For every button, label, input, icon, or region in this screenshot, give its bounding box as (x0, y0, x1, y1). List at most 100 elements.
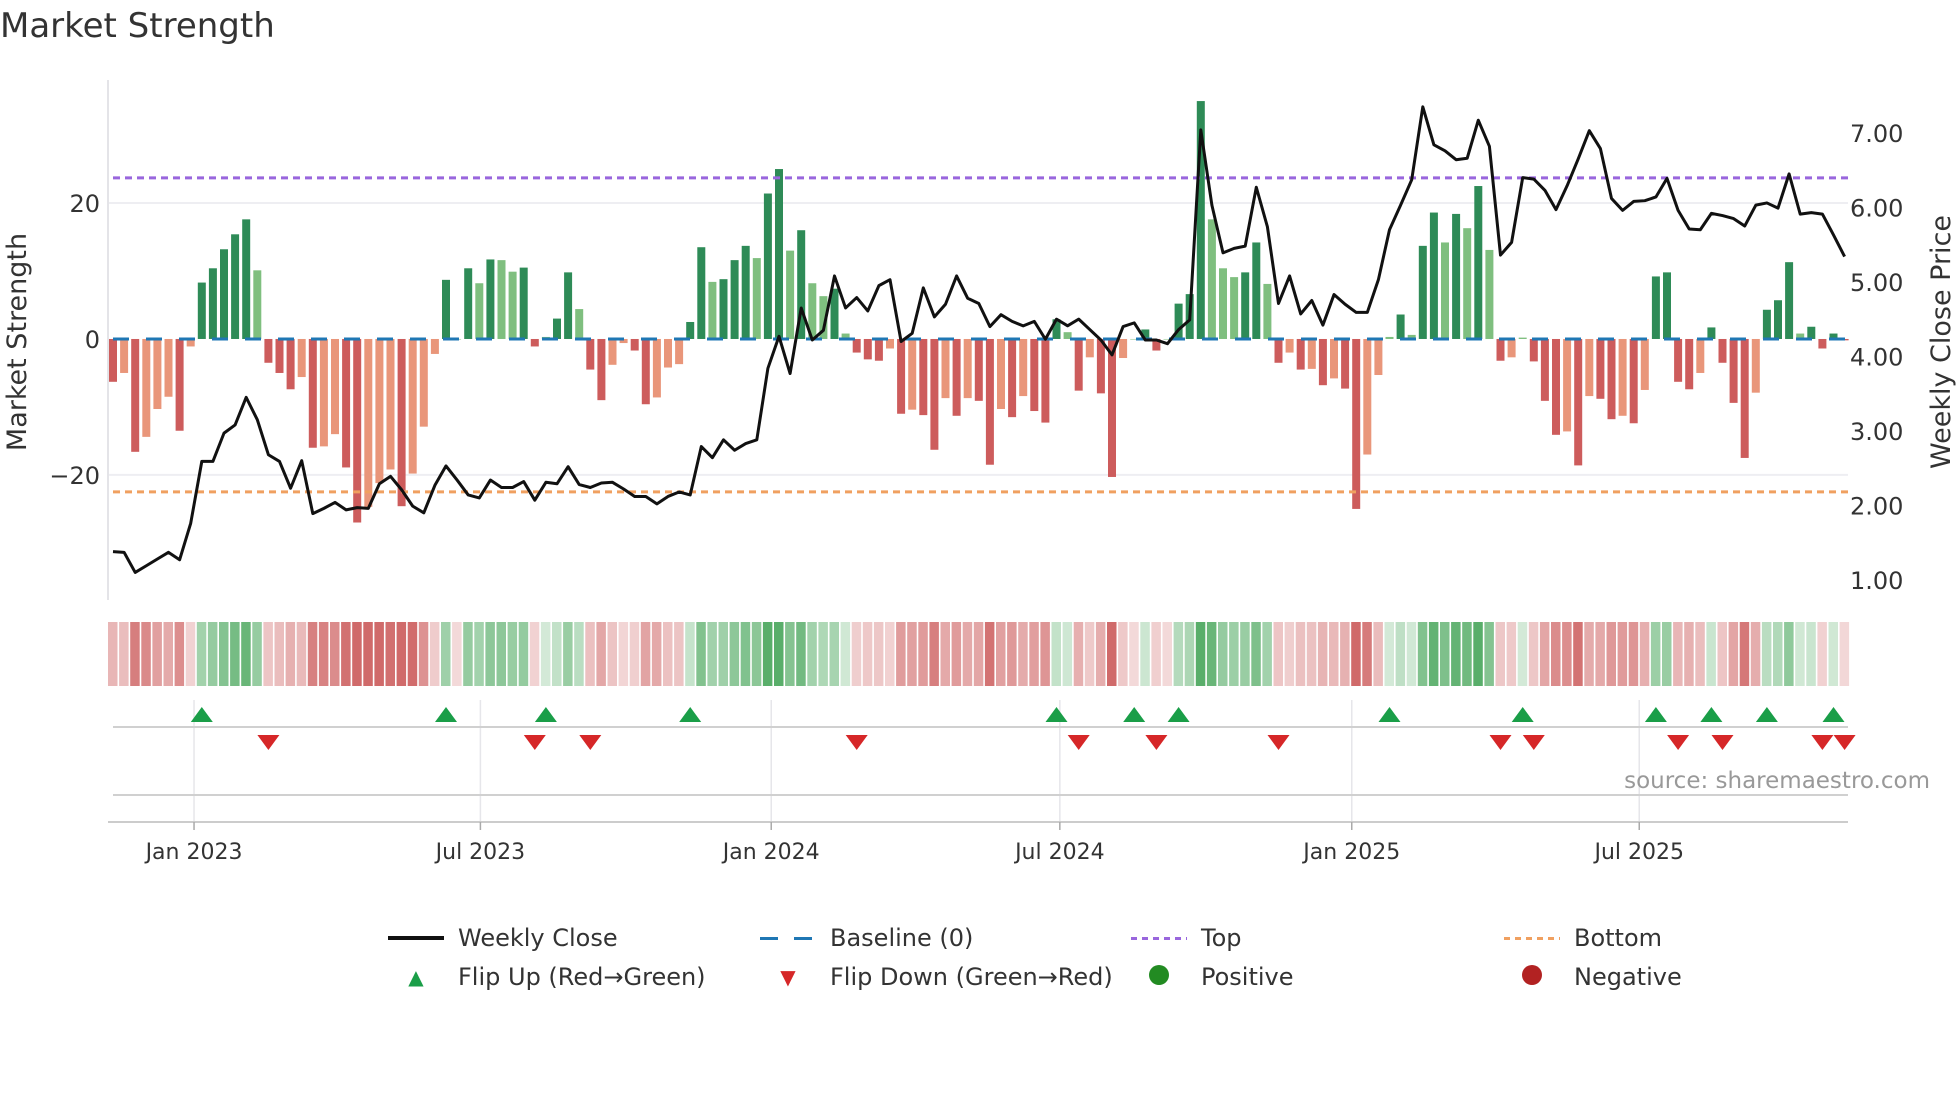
legend-weekly-close: Weekly Close (388, 924, 618, 952)
strip-cell (840, 622, 851, 686)
strip-cell (618, 622, 629, 686)
strength-bar (741, 245, 750, 339)
strip-cell (740, 622, 751, 686)
strength-bar (1474, 186, 1483, 339)
flip-up-marker (1378, 707, 1401, 722)
strip-cell (1373, 622, 1383, 686)
circle-green-icon (1131, 963, 1187, 991)
strength-bar (408, 338, 417, 474)
strip-cell (1473, 622, 1483, 686)
strength-bar (1496, 338, 1505, 361)
flip-down-marker (1667, 735, 1690, 750)
strip-cell (1262, 622, 1272, 686)
flip-up-marker (435, 707, 457, 722)
strength-bar (775, 169, 783, 339)
strength-bar (897, 338, 906, 414)
legend-bottom: Bottom (1504, 924, 1662, 952)
strip-cell (363, 622, 373, 686)
strip-cell (196, 622, 207, 686)
strength-bar (1618, 338, 1627, 416)
strip-cell (1107, 622, 1117, 686)
strip-cell (219, 622, 229, 686)
strip-cell (418, 622, 429, 686)
strip-cell (1684, 622, 1694, 686)
strip-cell (1273, 622, 1283, 686)
strip-cell (1151, 622, 1161, 686)
strip-cell (929, 622, 939, 686)
flip-down-marker (1833, 735, 1856, 750)
strength-bar (708, 281, 717, 339)
strength-bar (985, 338, 994, 465)
strip-cell (685, 622, 695, 686)
strip-cell (1184, 622, 1195, 686)
strength-bar (597, 338, 606, 401)
legend-label: Top (1201, 924, 1242, 952)
x-tick-label: Jul 2025 (1592, 840, 1684, 865)
strip-cell (1828, 622, 1838, 686)
strength-bar (963, 338, 972, 399)
strip-cell (984, 622, 995, 686)
strength-bar (1563, 338, 1572, 432)
strip-cell (1784, 622, 1794, 686)
strip-cell (1218, 622, 1228, 686)
strength-bar (519, 267, 528, 339)
strength-bar (142, 338, 151, 437)
market-strength-chart: 20 0 −20 1.00 2.00 3.00 4.00 5.00 6.00 7.00 Jan 20… (2, 80, 1957, 865)
strip-cell (1329, 622, 1339, 686)
strip-cell (1140, 622, 1150, 686)
strip-cell (540, 622, 551, 686)
strip-cell (785, 622, 795, 686)
strength-bar (1441, 242, 1449, 339)
strip-cell (640, 622, 651, 686)
strength-bar (641, 338, 650, 405)
strip-cell (629, 622, 640, 686)
strip-cell (1750, 622, 1761, 686)
strength-bar (564, 272, 573, 339)
strip-cell (252, 622, 262, 686)
strength-bar (863, 338, 872, 360)
x-tick-label: Jan 2024 (721, 840, 820, 865)
gridlines (108, 202, 1848, 822)
strip-cell (674, 622, 684, 686)
strength-bar (1818, 338, 1827, 349)
strength-bar (1640, 338, 1649, 390)
legend-label: Flip Up (Red→Green) (458, 963, 706, 991)
strip-cell (518, 622, 529, 686)
strip-cell (1195, 622, 1206, 686)
strength-bar (1330, 338, 1338, 379)
strip-cell (296, 622, 307, 686)
strength-bar (1585, 338, 1594, 397)
dotted-swatch-icon (1131, 936, 1187, 940)
strip-cell (274, 622, 284, 686)
strength-bar (908, 338, 917, 410)
strength-bar (508, 271, 517, 339)
strip-cell (507, 622, 518, 686)
strength-bar (331, 338, 339, 435)
strength-bar (730, 260, 739, 339)
strip-cell (463, 622, 473, 686)
strength-bar (1774, 300, 1782, 339)
strip-cell (241, 622, 251, 686)
strength-bar (664, 338, 672, 368)
flip-up-marker (534, 707, 557, 722)
strength-bar (719, 279, 728, 339)
strength-bar (1252, 242, 1261, 339)
strip-cell (429, 622, 440, 686)
strip-cell (1628, 622, 1639, 686)
legend-label: Bottom (1574, 924, 1663, 952)
strength-heat-strip (108, 622, 1850, 686)
strip-cell (651, 622, 662, 686)
strength-bar (497, 260, 506, 339)
flip-up-marker (1700, 707, 1723, 722)
strip-cell (596, 622, 606, 686)
strip-cell (207, 622, 218, 686)
strip-cell (1395, 622, 1406, 686)
strength-bar (464, 268, 473, 339)
strip-cell (119, 622, 129, 686)
x-tick-label: Jul 2024 (1013, 840, 1105, 865)
strip-cell (1650, 622, 1661, 686)
flip-down-marker (1489, 735, 1512, 750)
strip-cell (1495, 622, 1505, 686)
strip-cell (1795, 622, 1805, 686)
strip-cell (374, 622, 384, 686)
